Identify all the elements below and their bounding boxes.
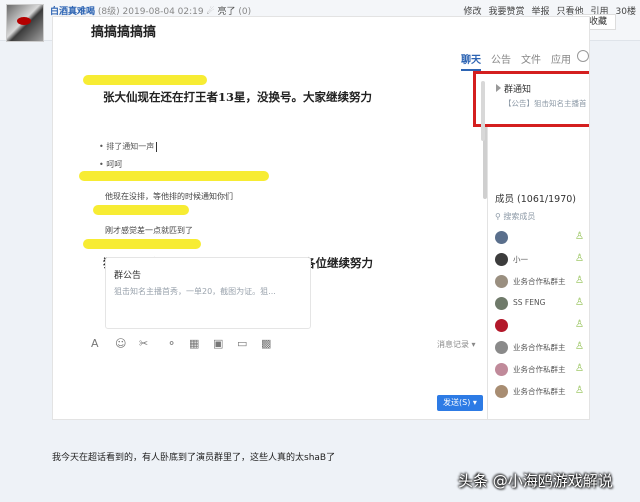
watermark: 头条 @小海鸥游戏解说 xyxy=(458,472,613,490)
post-caption: 我今天在超话看到的，有人卧底到了演员群里了，这些人真的太shaB了 xyxy=(52,453,336,463)
tab-notice[interactable]: 公告 xyxy=(491,55,511,66)
member-item[interactable]: 小一 ♙ xyxy=(495,253,589,267)
member-role-icon: ♙ xyxy=(575,319,584,330)
member-avatar xyxy=(495,253,508,266)
member-search[interactable]: ⚲ 搜索成员 xyxy=(495,211,535,222)
font-icon[interactable]: A xyxy=(91,337,99,350)
emoji-icon[interactable]: ☺ xyxy=(115,337,126,350)
favorite-label: 收藏 xyxy=(589,17,608,27)
group-notice-title: 群通知 xyxy=(504,85,532,95)
member-item[interactable]: SS FENG ♙ xyxy=(495,297,589,311)
group-notice-panel[interactable]: 群通知 【公告】狙击知名主播首... xyxy=(473,71,589,127)
member-item[interactable]: ♙ xyxy=(495,319,589,333)
member-name: 业务合作私群主 xyxy=(513,387,566,396)
chevron-right-icon xyxy=(496,84,501,92)
message-input[interactable] xyxy=(53,357,487,419)
tab-files[interactable]: 文件 xyxy=(521,55,541,66)
avatar-graphic xyxy=(17,17,31,25)
member-avatar xyxy=(495,341,508,354)
folder-icon[interactable]: ▭ xyxy=(237,337,247,350)
member-item[interactable]: ♙ xyxy=(495,231,589,245)
member-name: 业务合作私群主 xyxy=(513,343,566,352)
history-label: 消息记录 xyxy=(437,340,469,349)
floor-number: 30楼 xyxy=(615,7,636,17)
member-item[interactable]: 业务合作私群主 ♙ xyxy=(495,385,589,399)
member-avatar xyxy=(495,319,508,332)
history-link[interactable]: 消息记录 ▾ xyxy=(437,339,476,350)
message-text: 刚才感觉差一点就匹到了 xyxy=(105,226,193,235)
send-label: 发送(S) xyxy=(443,398,471,407)
member-avatar xyxy=(495,275,508,288)
member-name: 业务合作私群主 xyxy=(513,277,566,286)
notice-card[interactable]: 群公告 狙击知名主播首秀，一单20，截图为证。狙... xyxy=(105,257,311,329)
tab-apps[interactable]: 应用 xyxy=(551,55,571,66)
member-item[interactable]: 业务合作私群主 ♙ xyxy=(495,275,589,289)
message-text: • 排了通知一声 xyxy=(99,141,158,152)
send-button[interactable]: 发送(S) ▾ xyxy=(437,395,483,411)
chat-tabs: 聊天 公告 文件 应用 xyxy=(461,51,581,71)
redaction-mark xyxy=(83,239,201,249)
tab-chat[interactable]: 聊天 xyxy=(461,55,481,71)
redaction-mark xyxy=(79,171,269,181)
member-role-icon: ♙ xyxy=(575,385,584,396)
member-avatar xyxy=(495,297,508,310)
message-text: 他现在没排，等他排的时候通知你们 xyxy=(105,192,233,201)
member-role-icon: ♙ xyxy=(575,363,584,374)
redaction-mark xyxy=(93,205,189,215)
member-role-icon: ♙ xyxy=(575,253,584,264)
screen-icon[interactable]: ▩ xyxy=(261,337,271,350)
member-avatar xyxy=(495,385,508,398)
member-item[interactable]: 业务合作私群主 ♙ xyxy=(495,363,589,377)
member-search-placeholder: 搜索成员 xyxy=(503,212,536,221)
member-role-icon: ♙ xyxy=(575,231,584,242)
scissors-icon[interactable]: ✂ xyxy=(139,337,148,350)
member-role-icon: ♙ xyxy=(575,275,584,286)
notice-card-desc: 狙击知名主播首秀，一单20，截图为证。狙... xyxy=(114,287,276,296)
member-item[interactable]: 业务合作私群主 ♙ xyxy=(495,341,589,355)
search-icon: ⚲ xyxy=(495,212,501,221)
picture-icon[interactable]: ▣ xyxy=(213,337,223,350)
redaction-mark xyxy=(83,75,207,85)
member-avatar xyxy=(495,363,508,376)
user-avatar[interactable] xyxy=(6,4,44,42)
microphone-icon[interactable]: ⚬ xyxy=(167,337,176,350)
member-name: SS FENG xyxy=(513,298,546,307)
members-title: 成员 (1061/1970) xyxy=(495,194,576,205)
chat-screenshot: 搞搞搞搞搞 聊天 公告 文件 应用 张大仙现在还在打王者13星，没换号。大家继续努力 … xyxy=(52,16,590,420)
member-name: 小一 xyxy=(513,255,528,264)
image-icon[interactable]: ▦ xyxy=(189,337,199,350)
member-role-icon: ♙ xyxy=(575,341,584,352)
notice-card-title: 群公告 xyxy=(114,271,142,281)
member-role-icon: ♙ xyxy=(575,297,584,308)
member-avatar xyxy=(495,231,508,244)
settings-icon[interactable] xyxy=(577,50,589,62)
group-notice-desc: 【公告】狙击知名主播首... xyxy=(504,99,586,108)
chevron-down-icon: ▾ xyxy=(471,340,476,349)
message-text: • 呵呵 xyxy=(99,160,123,169)
group-title: 搞搞搞搞搞 xyxy=(91,25,157,40)
message-text: 张大仙现在还在打王者13星，没换号。大家继续努力 xyxy=(103,90,373,104)
sidebar-scrollbar[interactable] xyxy=(481,81,485,141)
member-name: 业务合作私群主 xyxy=(513,365,566,374)
